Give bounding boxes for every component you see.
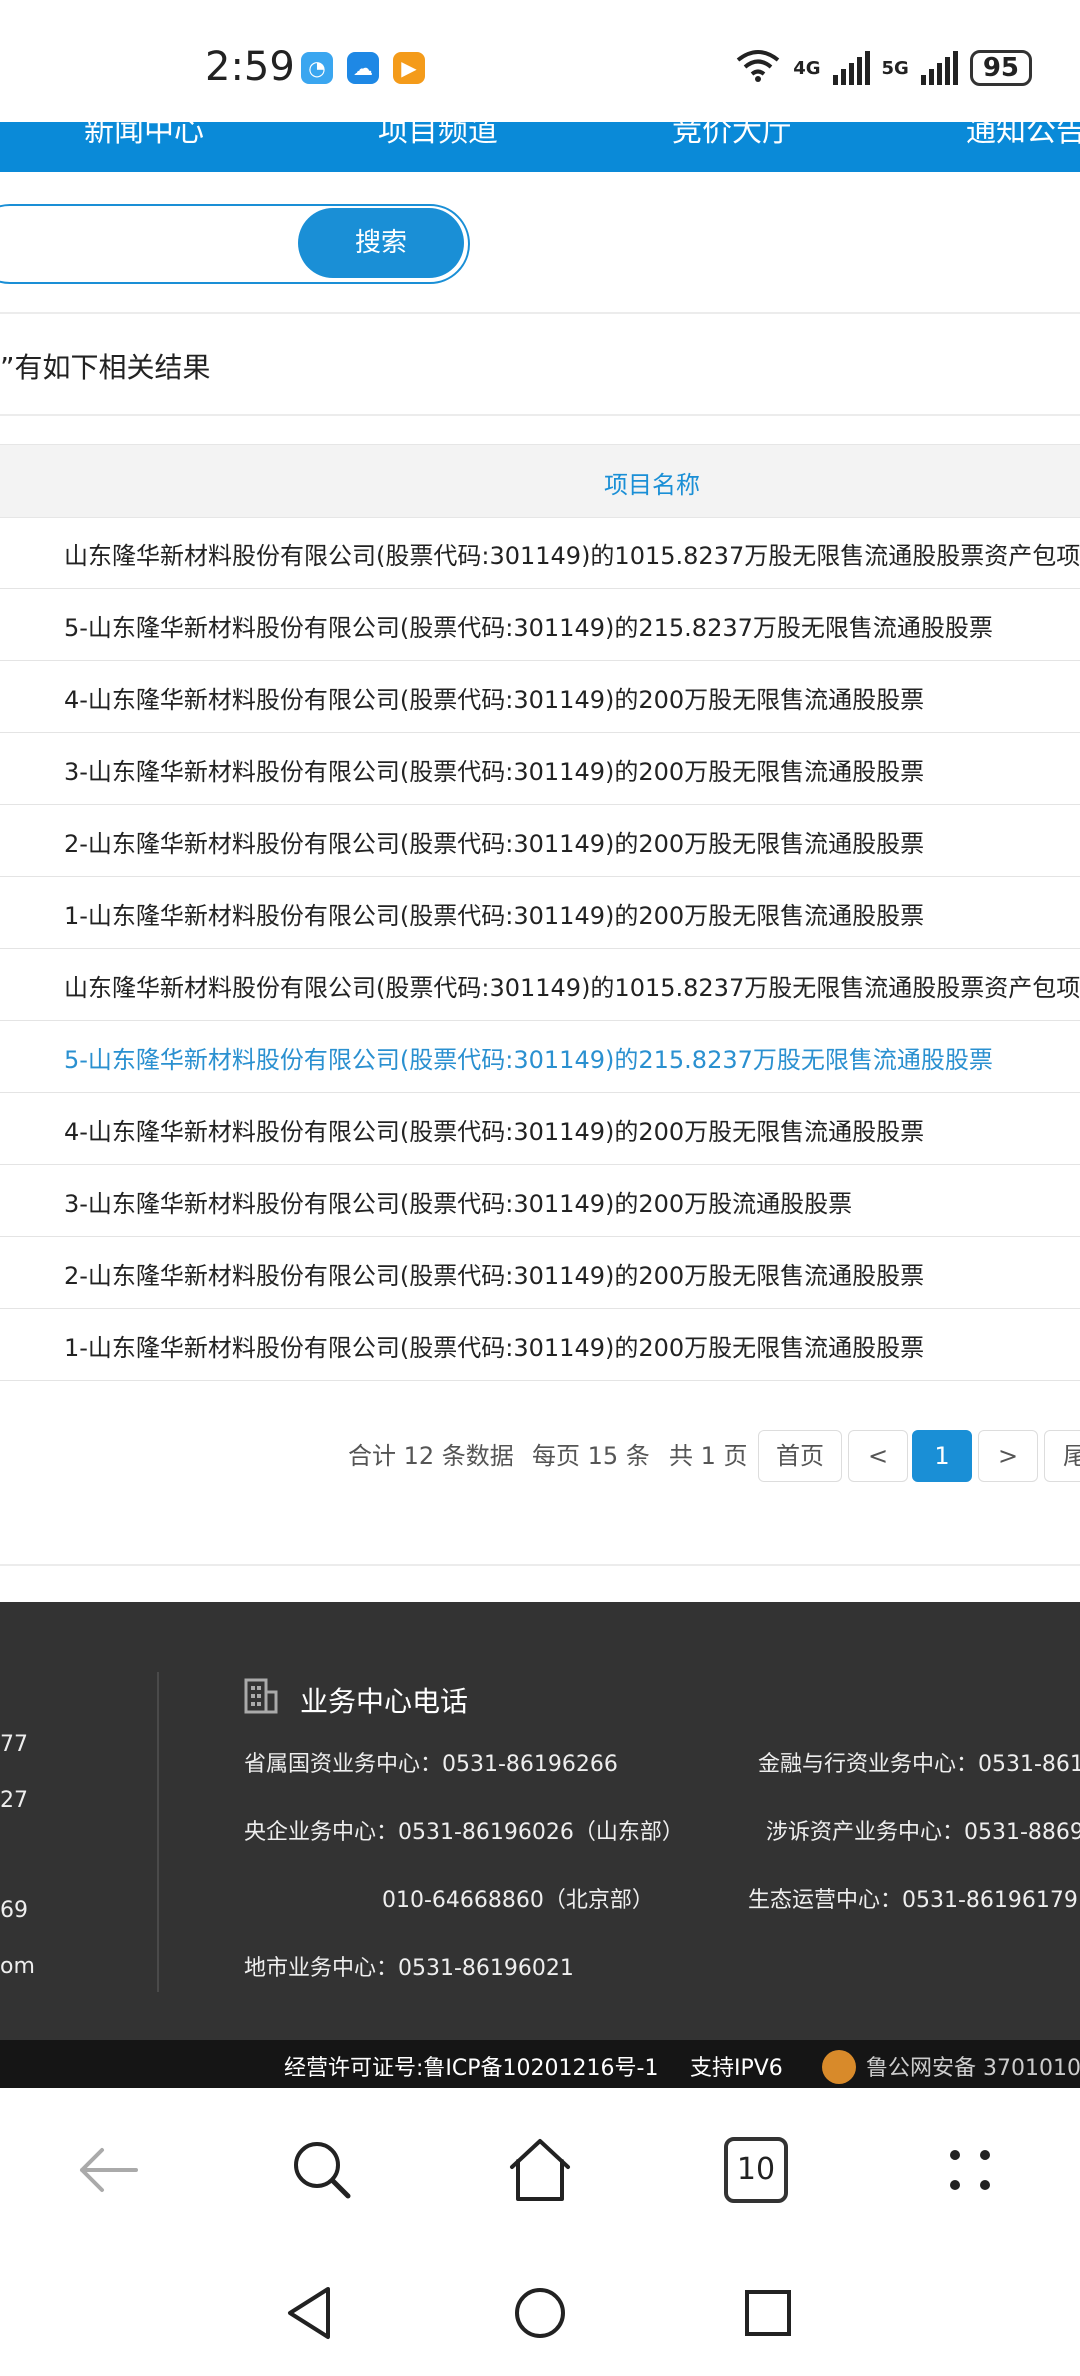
footer-phone-line: 地市业务中心：0531-86196021	[244, 1956, 574, 1981]
footer-phone-line: 央企业务中心：0531-86196026（山东部）	[244, 1820, 684, 1845]
footer-left-text: 77	[0, 1732, 28, 1757]
table-row[interactable]: 5-山东隆华新材料股份有限公司(股票代码:301149)的215.8237万股无…	[0, 1020, 1080, 1093]
table-row[interactable]: 3-山东隆华新材料股份有限公司(股票代码:301149)的200万股流通股股票	[0, 1164, 1080, 1237]
network-5g-label: 5G	[881, 57, 909, 79]
footer-title: 业务中心电话	[300, 1685, 469, 1718]
table-row[interactable]: 2-山东隆华新材料股份有限公司(股票代码:301149)的200万股无限售流通股…	[0, 804, 1080, 877]
table-row[interactable]: 1-山东隆华新材料股份有限公司(股票代码:301149)的200万股无限售流通股…	[0, 1308, 1080, 1381]
square-recents-icon	[745, 2290, 791, 2336]
project-name-link[interactable]: 4-山东隆华新材料股份有限公司(股票代码:301149)的200万股无限售流通股…	[64, 1112, 924, 1147]
nav-item-bidding[interactable]: 竞价大厅	[672, 122, 792, 150]
footer-left-text: 69	[0, 1898, 28, 1923]
table-row[interactable]: 1-山东隆华新材料股份有限公司(股票代码:301149)的200万股无限售流通股…	[0, 876, 1080, 949]
project-name-link[interactable]: 山东隆华新材料股份有限公司(股票代码:301149)的1015.8237万股无限…	[64, 536, 1080, 571]
system-recents-button[interactable]	[733, 2278, 803, 2348]
cloud-icon: ☁	[347, 52, 379, 84]
nav-item-projects[interactable]: 项目频道	[378, 122, 498, 150]
system-back-button[interactable]	[274, 2278, 344, 2348]
project-name-link[interactable]: 3-山东隆华新材料股份有限公司(股票代码:301149)的200万股无限售流通股…	[64, 752, 924, 787]
main-nav: 新闻中心 项目频道 竞价大厅 通知公告	[0, 122, 1080, 172]
project-name-link[interactable]: 山东隆华新材料股份有限公司(股票代码:301149)的1015.8237万股无限…	[64, 968, 1080, 1003]
project-name-link[interactable]: 4-山东隆华新材料股份有限公司(股票代码:301149)的200万股无限售流通股…	[64, 680, 924, 715]
table-row[interactable]: 2-山东隆华新材料股份有限公司(股票代码:301149)的200万股无限售流通股…	[0, 1236, 1080, 1309]
table-row[interactable]: 山东隆华新材料股份有限公司(股票代码:301149)的1015.8237万股无限…	[0, 948, 1080, 1021]
building-icon	[244, 1678, 278, 1714]
pager-page-count: 共 1 页	[669, 1442, 748, 1470]
table-row[interactable]: 4-山东隆华新材料股份有限公司(股票代码:301149)的200万股无限售流通股…	[0, 1092, 1080, 1165]
project-name-link[interactable]: 2-山东隆华新材料股份有限公司(股票代码:301149)的200万股无限售流通股…	[64, 824, 924, 859]
table-row[interactable]: 3-山东隆华新材料股份有限公司(股票代码:301149)的200万股无限售流通股…	[0, 732, 1080, 805]
footer-phone-line: 金融与行资业务中心：0531-861	[758, 1752, 1080, 1777]
footer: 77 27 69 om 业务中心电话 省属国资业务中心：0531-8619626…	[0, 1602, 1080, 2040]
divider	[0, 312, 1080, 314]
police-badge-icon	[822, 2050, 856, 2084]
footer-phone-line: 涉诉资产业务中心：0531-8869	[766, 1820, 1080, 1845]
circle-home-icon	[515, 2288, 565, 2338]
pager-page-1-button[interactable]: 1	[912, 1430, 972, 1482]
browser-toolbar: 10	[0, 2088, 1080, 2258]
icp-license[interactable]: 经营许可证号:鲁ICP备10201216号-1	[284, 2050, 658, 2082]
footer-phone-line: 生态运营中心：0531-86196179	[748, 1888, 1078, 1913]
pager-last-button[interactable]: 尾	[1044, 1430, 1080, 1482]
police-record[interactable]: 鲁公网安备 37010102	[866, 2050, 1080, 2082]
triangle-back-icon	[288, 2287, 330, 2339]
divider	[0, 1564, 1080, 1566]
search-button-toolbar[interactable]	[282, 2130, 362, 2210]
search-icon	[294, 2142, 351, 2199]
home-icon	[510, 2139, 570, 2201]
search-button[interactable]: 搜索	[298, 208, 464, 278]
footer-phone-line: 010-64668860（北京部）	[382, 1888, 654, 1913]
project-name-link[interactable]: 5-山东隆华新材料股份有限公司(股票代码:301149)的215.8237万股无…	[64, 608, 993, 643]
divider	[0, 414, 1080, 416]
home-button[interactable]	[500, 2130, 580, 2210]
status-time: 2:59	[205, 44, 295, 90]
signal-icon	[832, 51, 870, 85]
table-header: 项目名称	[0, 444, 1080, 518]
app-notification-icon: ◔	[301, 52, 333, 84]
system-nav-bar	[0, 2258, 1080, 2376]
table-row[interactable]: 5-山东隆华新材料股份有限公司(股票代码:301149)的215.8237万股无…	[0, 588, 1080, 661]
table-row[interactable]: 4-山东隆华新材料股份有限公司(股票代码:301149)的200万股无限售流通股…	[0, 660, 1080, 733]
battery-indicator: 95	[969, 50, 1032, 86]
project-name-link[interactable]: 1-山东隆华新材料股份有限公司(股票代码:301149)的200万股无限售流通股…	[64, 896, 924, 931]
license-bar: 经营许可证号:鲁ICP备10201216号-1 支持IPV6 鲁公网安备 370…	[0, 2040, 1080, 2088]
back-button[interactable]	[68, 2130, 148, 2210]
ipv6-label: 支持IPV6	[690, 2056, 783, 2081]
pager-first-button[interactable]: 首页	[758, 1430, 842, 1482]
tabs-count-icon: 10	[724, 2137, 788, 2203]
more-dots-icon	[950, 2150, 990, 2190]
search-result-summary: ”有如下相关结果	[0, 351, 211, 384]
pager-total: 合计 12 条数据	[348, 1442, 514, 1470]
pager-per-page: 每页 15 条	[532, 1442, 650, 1470]
footer-left-text: om	[0, 1954, 35, 1979]
wifi-icon	[735, 48, 781, 88]
column-header-project-name: 项目名称	[604, 471, 700, 499]
status-bar: 2:59 ◔ ☁ ▶ 4G 5G 95	[0, 0, 1080, 122]
video-app-icon: ▶	[393, 52, 425, 84]
footer-divider	[157, 1672, 159, 1992]
table-row[interactable]: 山东隆华新材料股份有限公司(股票代码:301149)的1015.8237万股无限…	[0, 516, 1080, 589]
tabs-button[interactable]: 10	[716, 2130, 796, 2210]
system-home-button[interactable]	[505, 2278, 575, 2348]
pager-next-button[interactable]: >	[978, 1430, 1038, 1482]
nav-item-news[interactable]: 新闻中心	[84, 122, 204, 150]
footer-left-text: 27	[0, 1788, 28, 1813]
nav-item-notices[interactable]: 通知公告	[966, 122, 1080, 150]
project-name-link[interactable]: 3-山东隆华新材料股份有限公司(股票代码:301149)的200万股流通股股票	[64, 1184, 852, 1219]
signal-icon	[920, 51, 958, 85]
network-4g-label: 4G	[793, 57, 821, 79]
menu-button[interactable]	[930, 2130, 1010, 2210]
project-name-link[interactable]: 2-山东隆华新材料股份有限公司(股票代码:301149)的200万股无限售流通股…	[64, 1256, 924, 1291]
back-arrow-icon	[80, 2148, 138, 2192]
pager-prev-button[interactable]: <	[848, 1430, 908, 1482]
project-name-link[interactable]: 5-山东隆华新材料股份有限公司(股票代码:301149)的215.8237万股无…	[64, 1040, 993, 1075]
footer-phone-line: 省属国资业务中心：0531-86196266	[244, 1752, 618, 1777]
project-name-link[interactable]: 1-山东隆华新材料股份有限公司(股票代码:301149)的200万股无限售流通股…	[64, 1328, 924, 1363]
